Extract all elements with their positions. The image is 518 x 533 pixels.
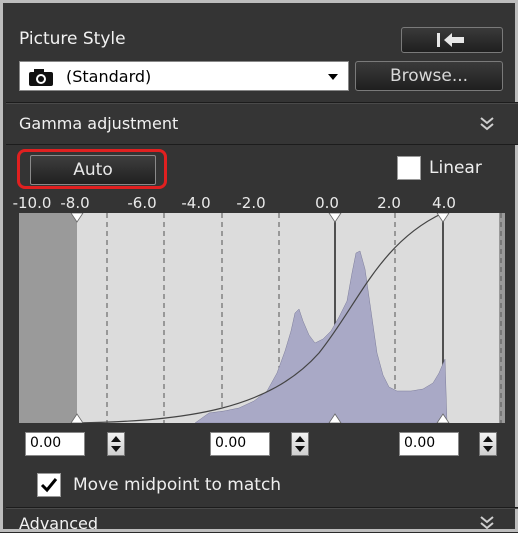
gamma-title: Gamma adjustment	[19, 114, 179, 133]
revert-arrow-icon	[437, 33, 464, 47]
axis-tick-label: 2.0	[377, 194, 401, 212]
white-point-field[interactable]: 0.00	[399, 432, 459, 456]
move-midpoint-checkbox[interactable]	[37, 473, 61, 497]
axis-tick-label: 4.0	[432, 194, 456, 212]
reset-button[interactable]	[401, 27, 503, 53]
move-midpoint-label: Move midpoint to match	[73, 475, 282, 495]
double-chevron-icon	[480, 117, 494, 131]
axis-tick-label: 0.0	[315, 194, 339, 212]
axis-tick-label: -8.0	[60, 194, 90, 212]
clipped-highlights-region	[499, 213, 505, 423]
midpoint-stepper[interactable]	[291, 432, 309, 456]
picture-style-select[interactable]: (Standard)	[19, 61, 349, 91]
chevron-down-icon	[328, 74, 338, 80]
picture-style-value: (Standard)	[66, 67, 152, 86]
gamma-header[interactable]: Gamma adjustment	[6, 104, 518, 144]
axis-tick-label: -4.0	[181, 194, 211, 212]
advanced-title: Advanced	[19, 514, 99, 533]
midpoint-field[interactable]: 0.00	[210, 432, 270, 456]
axis-tick-label: -6.0	[127, 194, 157, 212]
clipped-shadows-region	[19, 213, 77, 423]
white-point-stepper[interactable]	[479, 432, 497, 456]
linear-label: Linear	[429, 158, 482, 178]
picture-style-panel: Picture Style (Standard) Browse... Gamma…	[0, 0, 518, 533]
double-chevron-icon	[480, 516, 494, 530]
linear-checkbox[interactable]	[397, 156, 421, 180]
checkmark-icon	[40, 478, 58, 493]
browse-button[interactable]: Browse...	[355, 61, 503, 91]
black-point-stepper[interactable]	[107, 432, 125, 456]
advanced-header[interactable]: Advanced	[6, 509, 518, 533]
picture-style-title: Picture Style	[19, 29, 126, 49]
camera-icon	[29, 69, 53, 86]
highlight-box	[17, 149, 167, 189]
gamma-histogram-graph[interactable]	[19, 213, 505, 423]
black-point-field[interactable]: 0.00	[25, 432, 85, 456]
axis-tick-label: -2.0	[236, 194, 266, 212]
